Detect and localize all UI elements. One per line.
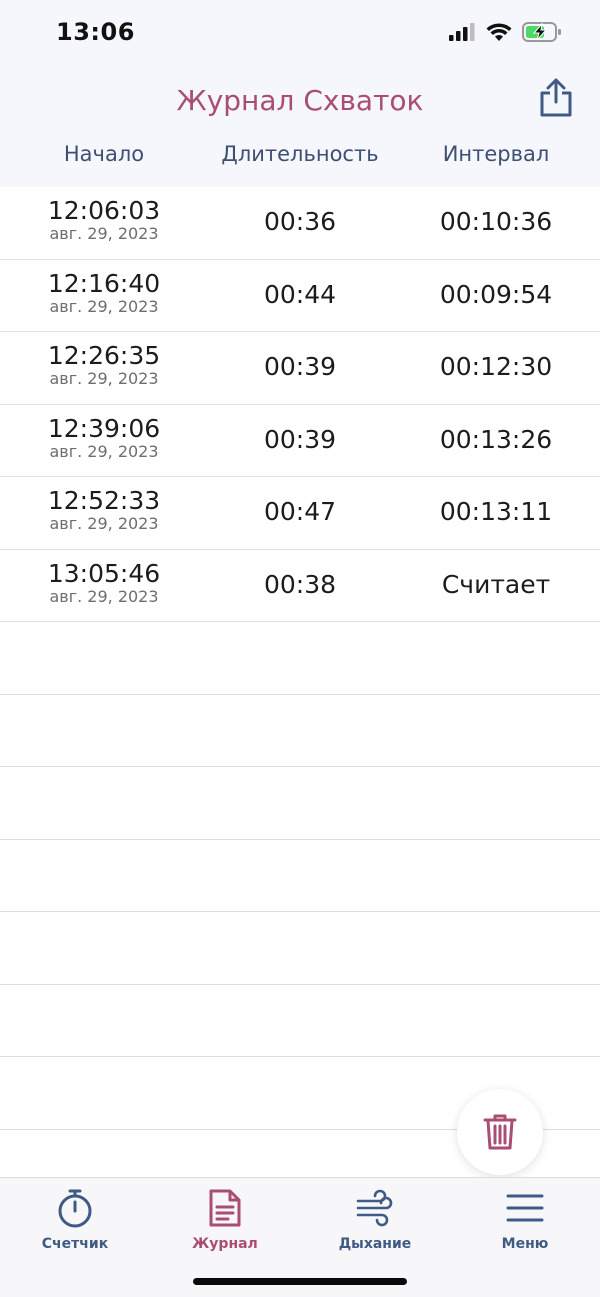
empty-row bbox=[0, 985, 600, 1057]
empty-row bbox=[0, 912, 600, 985]
tab-label: Меню bbox=[501, 1236, 549, 1252]
trash-icon bbox=[483, 1114, 517, 1150]
start-cell: 12:06:03 авг. 29, 2023 bbox=[4, 197, 204, 243]
contraction-row[interactable]: 12:06:03 авг. 29, 2023 00:36 00:10:36 bbox=[0, 187, 600, 260]
share-button[interactable] bbox=[538, 78, 574, 118]
start-date: авг. 29, 2023 bbox=[49, 514, 159, 533]
start-time: 13:05:46 bbox=[47, 558, 161, 588]
cellular-signal-icon bbox=[448, 22, 476, 46]
status-time: 13:06 bbox=[56, 18, 135, 46]
duration-cell: 00:36 bbox=[263, 207, 337, 236]
start-date: авг. 29, 2023 bbox=[49, 369, 159, 388]
start-date: авг. 29, 2023 bbox=[49, 586, 159, 606]
empty-row bbox=[0, 622, 600, 695]
contraction-row[interactable]: 12:39:06 авг. 29, 2023 00:39 00:13:26 bbox=[0, 405, 600, 477]
status-icons bbox=[448, 22, 562, 46]
interval-cell: 00:12:30 bbox=[439, 352, 553, 381]
interval-cell: 00:13:26 bbox=[439, 424, 553, 454]
wind-icon bbox=[356, 1189, 393, 1227]
start-time: 12:39:06 bbox=[47, 413, 161, 443]
start-date: авг. 29, 2023 bbox=[49, 224, 159, 243]
journal-header: Журнал Схваток Начало Длительность Интер… bbox=[0, 66, 600, 187]
document-icon bbox=[209, 1189, 241, 1227]
contraction-list: 12:06:03 авг. 29, 2023 00:36 00:10:36 12… bbox=[0, 187, 600, 1130]
contraction-row[interactable]: 12:26:35 авг. 29, 2023 00:39 00:12:30 bbox=[0, 332, 600, 405]
start-cell: 13:05:46 авг. 29, 2023 bbox=[4, 558, 204, 606]
status-bar: 13:06 bbox=[0, 0, 600, 66]
start-date: авг. 29, 2023 bbox=[49, 296, 159, 316]
wifi-icon bbox=[486, 22, 512, 46]
contraction-row[interactable]: 12:52:33 авг. 29, 2023 00:47 00:13:11 bbox=[0, 477, 600, 550]
contraction-row[interactable]: 13:05:46 авг. 29, 2023 00:38 Считает bbox=[0, 550, 600, 622]
duration-cell: 00:44 bbox=[263, 279, 337, 309]
start-time: 12:52:33 bbox=[47, 486, 161, 515]
start-date: авг. 29, 2023 bbox=[49, 441, 159, 461]
interval-cell: 00:13:11 bbox=[439, 497, 553, 526]
tab-label: Счетчик bbox=[41, 1236, 109, 1252]
column-header-start: Начало bbox=[63, 142, 145, 166]
duration-cell: 00:38 bbox=[263, 569, 337, 599]
duration-cell: 00:39 bbox=[263, 424, 337, 454]
column-headers: Начало Длительность Интервал bbox=[0, 142, 600, 172]
tab-breathing[interactable]: Дыхание bbox=[300, 1186, 450, 1252]
contraction-row[interactable]: 12:16:40 авг. 29, 2023 00:44 00:09:54 bbox=[0, 260, 600, 332]
start-time: 12:06:03 bbox=[47, 196, 161, 225]
tab-counter[interactable]: Счетчик bbox=[0, 1186, 150, 1252]
duration-cell: 00:47 bbox=[263, 497, 337, 526]
interval-cell: Считает bbox=[441, 569, 551, 599]
battery-charging-icon bbox=[522, 21, 562, 47]
page-title: Журнал Схваток bbox=[176, 84, 424, 117]
start-time: 12:26:35 bbox=[47, 341, 161, 370]
empty-row bbox=[0, 767, 600, 840]
start-time: 12:16:40 bbox=[47, 268, 161, 298]
duration-cell: 00:39 bbox=[263, 352, 337, 381]
tab-label: Журнал bbox=[192, 1236, 258, 1252]
delete-button[interactable] bbox=[457, 1089, 543, 1175]
interval-cell: 00:09:54 bbox=[439, 279, 553, 309]
start-cell: 12:52:33 авг. 29, 2023 bbox=[4, 487, 204, 533]
start-cell: 12:26:35 авг. 29, 2023 bbox=[4, 342, 204, 388]
stopwatch-icon bbox=[58, 1189, 92, 1228]
tab-menu[interactable]: Меню bbox=[450, 1186, 600, 1252]
start-cell: 12:16:40 авг. 29, 2023 bbox=[4, 268, 204, 316]
empty-row bbox=[0, 840, 600, 912]
column-header-duration: Длительность bbox=[221, 142, 379, 166]
share-icon bbox=[540, 78, 572, 117]
tab-journal[interactable]: Журнал bbox=[150, 1186, 300, 1252]
column-header-interval: Интервал bbox=[442, 142, 550, 166]
tab-label: Дыхание bbox=[338, 1236, 412, 1252]
empty-row bbox=[0, 695, 600, 767]
start-cell: 12:39:06 авг. 29, 2023 bbox=[4, 413, 204, 461]
menu-icon bbox=[506, 1194, 544, 1222]
home-indicator[interactable] bbox=[193, 1278, 407, 1285]
interval-cell: 00:10:36 bbox=[439, 207, 553, 236]
